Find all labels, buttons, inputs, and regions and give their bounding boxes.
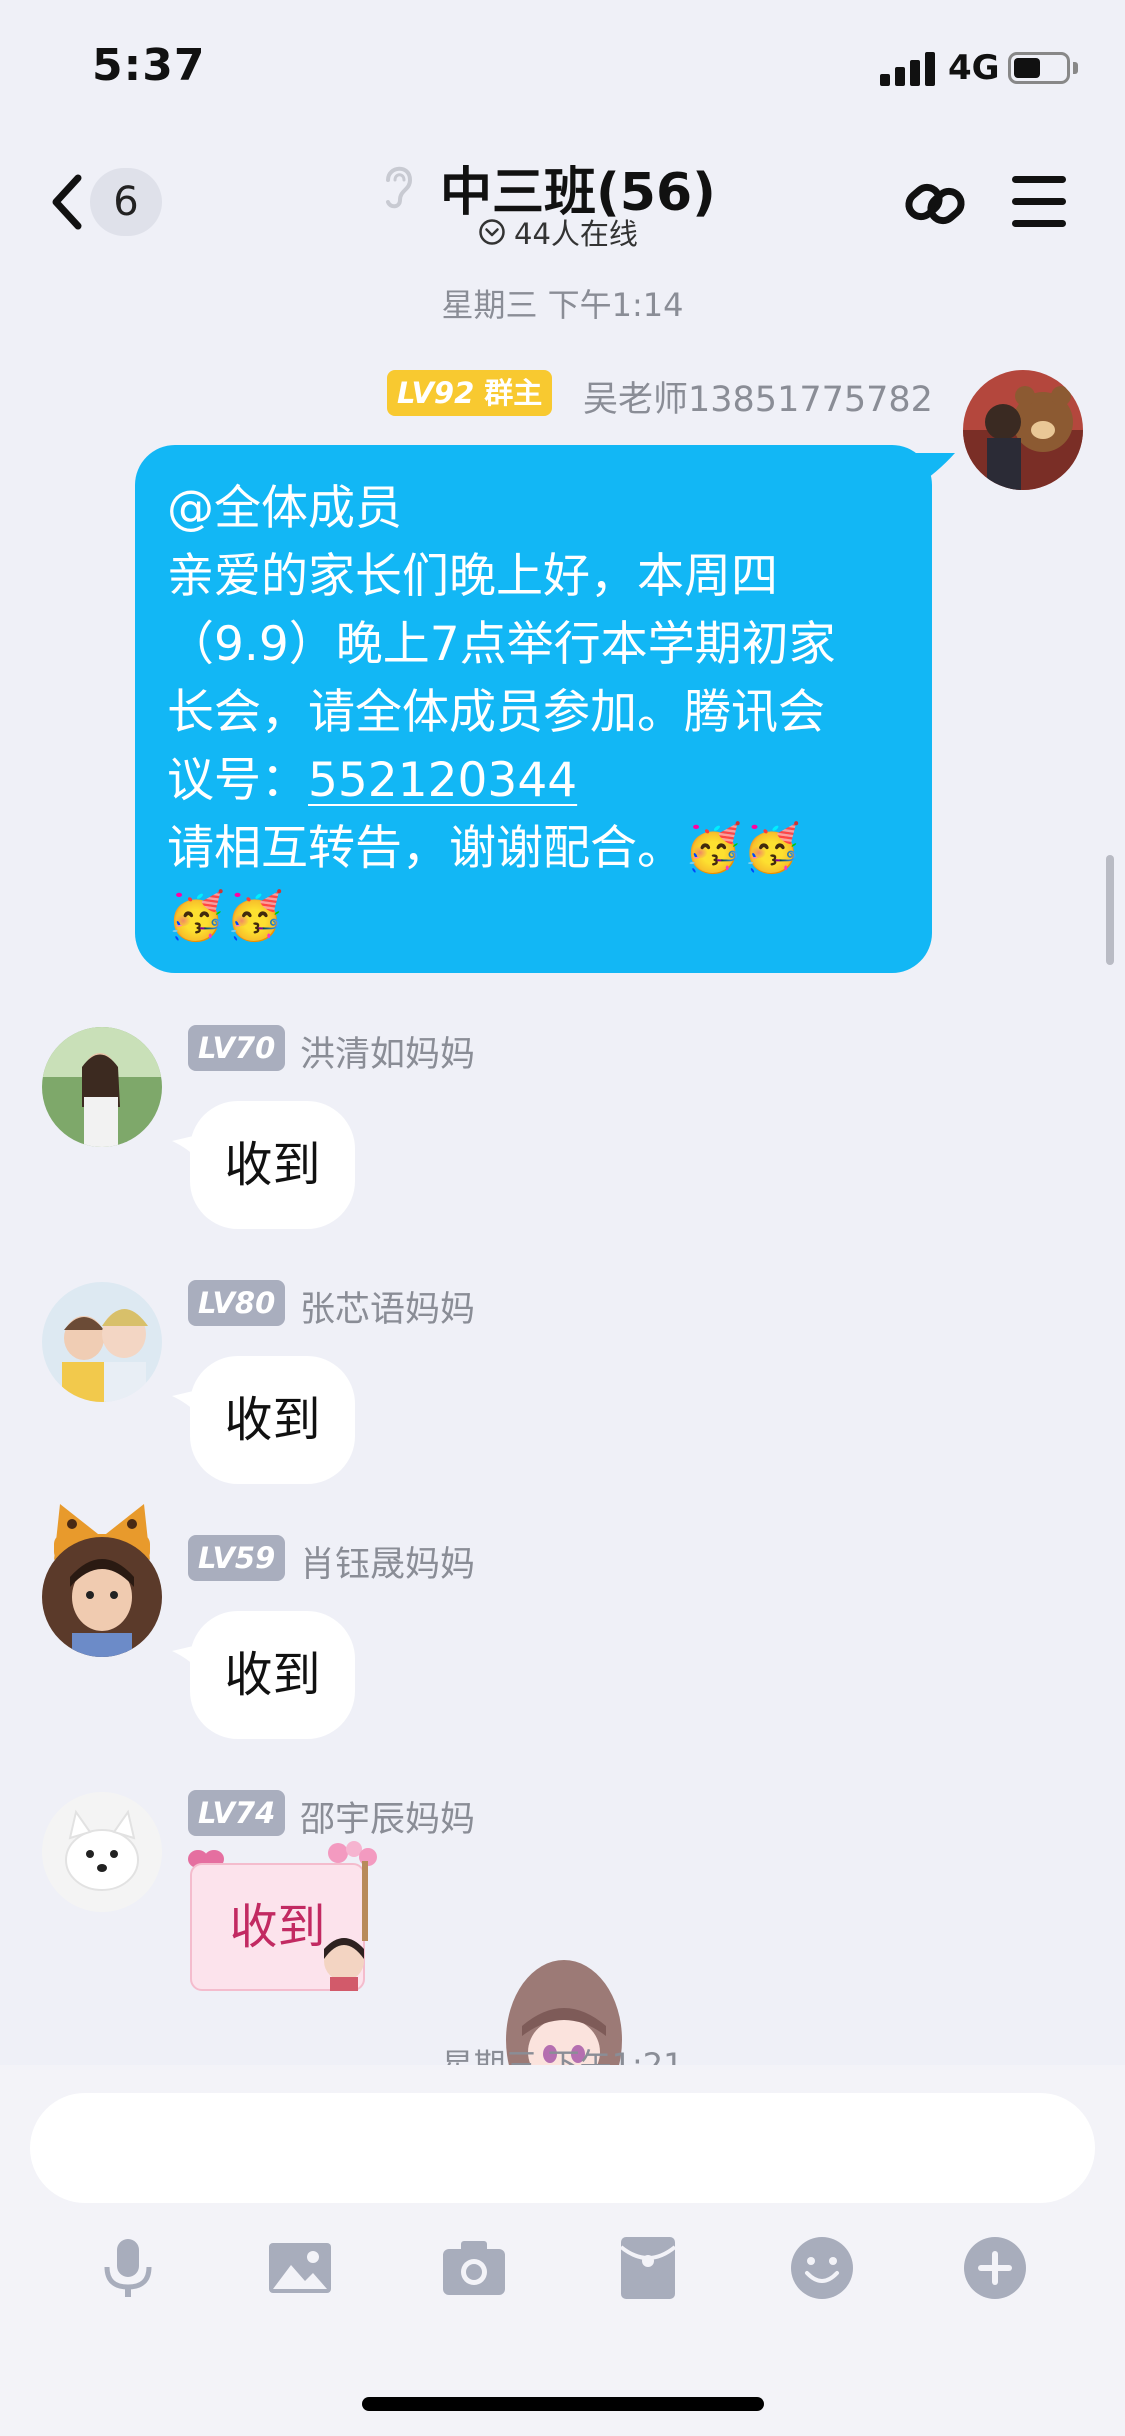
message-bubble[interactable]: 收到 (190, 1611, 355, 1739)
input-area (0, 2065, 1125, 2436)
message-line: 长会，请全体成员参加。腾讯会 (167, 685, 825, 740)
message-bubble[interactable]: 收到 (190, 1356, 355, 1484)
link-icon[interactable] (900, 168, 972, 240)
avatar[interactable] (42, 1792, 162, 1912)
message-bubble[interactable]: 收到 (190, 1101, 355, 1229)
mention-all[interactable]: @全体成员 (167, 475, 900, 543)
message-line-prefix: 议号： (167, 753, 308, 808)
sender-name: 邵宇辰妈妈 (300, 1800, 476, 1840)
owner-level-badge: LV92 群主 (387, 370, 553, 416)
timestamp: 星期三 下午1:14 (441, 286, 684, 324)
home-indicator (362, 2397, 764, 2411)
chevron-circle-icon (479, 219, 505, 245)
plus-icon[interactable] (962, 2235, 1028, 2301)
battery-icon (1008, 52, 1070, 84)
ear-icon[interactable] (378, 160, 418, 210)
scroll-indicator[interactable] (1106, 855, 1114, 965)
message-input[interactable] (30, 2093, 1095, 2203)
chat-screen: 5:37 4G 6 中三班(56) 44人在线 星期三 下午1:14 LV92 … (0, 0, 1125, 2436)
status-time: 5:37 (92, 40, 206, 91)
bubble-tail (915, 453, 955, 487)
sender-name: 肖钰晟妈妈 (300, 1545, 476, 1585)
sender-name: 吴老师13851775782 (583, 380, 933, 420)
timestamp: 星期三 下午1:21 (441, 2046, 684, 2065)
microphone-icon[interactable] (95, 2235, 161, 2301)
meeting-id-link[interactable]: 552120344 (308, 753, 577, 808)
level-badge: LV80 (188, 1280, 286, 1326)
status-bar: 5:37 4G (0, 0, 1125, 140)
image-icon[interactable] (267, 2235, 333, 2301)
signal-icon (880, 52, 936, 86)
owner-tag: 群主 (484, 376, 543, 410)
nav-bar: 6 中三班(56) 44人在线 (0, 140, 1125, 265)
message-line: 议号：552120344 (167, 747, 900, 815)
menu-icon[interactable] (1012, 174, 1066, 230)
level-text: LV92 (397, 376, 475, 410)
unread-count-badge[interactable]: 6 (90, 168, 162, 236)
back-icon[interactable] (44, 172, 94, 232)
camera-icon[interactable] (441, 2235, 507, 2301)
message-bubble[interactable]: @全体成员 亲爱的家长们晚上好，本周四 （9.9）晚上7点举行本学期初家 长会，… (135, 445, 932, 973)
message-list[interactable]: 星期三 下午1:14 LV92 群主 吴老师13851775782 @全体成员 … (0, 265, 1125, 2297)
message-line: 🥳🥳 (167, 889, 285, 944)
sender-name: 张芯语妈妈 (300, 1290, 476, 1330)
level-badge: LV70 (188, 1025, 286, 1071)
sender-name: 洪清如妈妈 (300, 1035, 476, 1075)
bubble-frame-decoration (324, 1841, 377, 1991)
avatar[interactable] (42, 1282, 162, 1402)
message-line: 请相互转告，谢谢配合。🥳🥳 (167, 821, 802, 876)
emoji-icon[interactable] (789, 2235, 855, 2301)
level-badge: LV74 (188, 1790, 286, 1836)
message-line: （9.9）晚上7点举行本学期初家 (167, 617, 836, 672)
avatar[interactable] (963, 370, 1083, 490)
avatar[interactable] (42, 1027, 162, 1147)
avatar[interactable] (42, 1537, 162, 1657)
message-line: 亲爱的家长们晚上好，本周四 (167, 549, 778, 604)
online-status[interactable]: 44人在线 (478, 214, 638, 251)
battery-tip (1073, 62, 1078, 74)
level-badge: LV59 (188, 1535, 286, 1581)
red-packet-icon[interactable] (615, 2235, 681, 2301)
online-count: 44人在线 (514, 217, 638, 251)
network-type: 4G (948, 48, 1000, 88)
